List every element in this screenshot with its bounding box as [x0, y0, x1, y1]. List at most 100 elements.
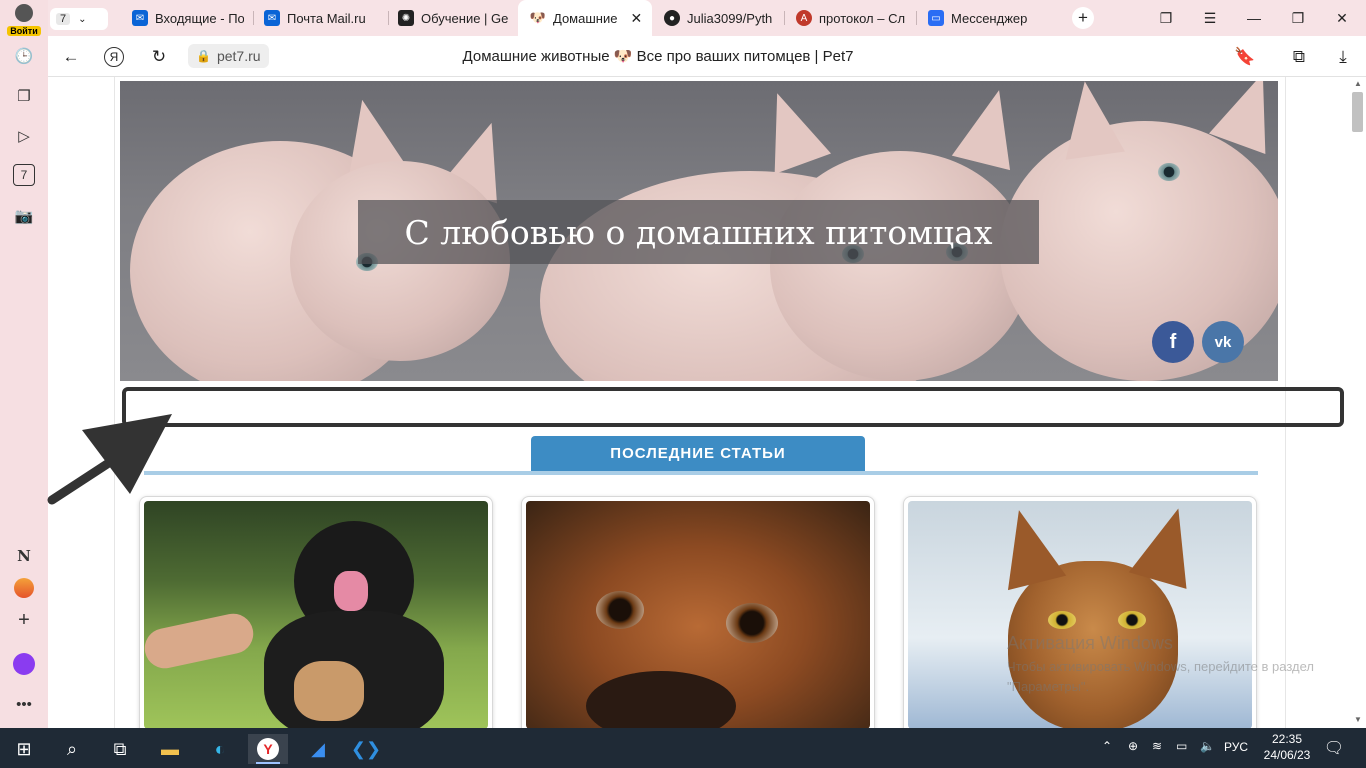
- notifications-icon[interactable]: 🗨: [1322, 736, 1346, 760]
- tab-outlook[interactable]: ✉ Входящие - По: [132, 0, 244, 36]
- language-indicator[interactable]: РУС: [1224, 740, 1248, 754]
- app-icon[interactable]: ◢: [298, 734, 338, 764]
- tab-pet7[interactable]: 🐶 Домашние ✕: [518, 0, 652, 36]
- new-tab-button[interactable]: +: [1072, 7, 1094, 29]
- yandex-button[interactable]: Я: [104, 47, 124, 67]
- calendar-icon[interactable]: 7: [13, 164, 35, 186]
- screenshot-icon[interactable]: 📷: [12, 204, 36, 228]
- volume-icon[interactable]: 🔈: [1200, 739, 1215, 753]
- history-icon[interactable]: 🕒: [12, 44, 36, 68]
- hero-title-box: С любовью о домашних питомцах: [358, 200, 1039, 264]
- extensions-icon[interactable]: ⧉: [1288, 46, 1310, 68]
- messenger-icon: ▭: [928, 10, 944, 26]
- tray-device-icon[interactable]: ⊕: [1128, 739, 1138, 753]
- clock-time: 22:35: [1271, 732, 1303, 746]
- tab-strip: 7 ⌄ ✉ Входящие - По ✉ Почта Mail.ru ✺ Об…: [48, 0, 1366, 36]
- mail-app-icon[interactable]: [12, 576, 36, 600]
- tab-label: Мессенджер: [951, 10, 1028, 26]
- user-icon: [15, 4, 33, 22]
- tab-label: Домашние: [553, 10, 618, 26]
- back-button[interactable]: ←: [60, 46, 82, 68]
- tab-openai[interactable]: ✺ Обучение | Ge: [398, 0, 510, 36]
- task-view-icon[interactable]: ⧉: [100, 734, 140, 764]
- add-panel-icon[interactable]: +: [12, 608, 36, 632]
- file-explorer-icon[interactable]: ▬: [150, 734, 190, 764]
- tab-messenger[interactable]: ▭ Мессенджер: [928, 0, 1048, 36]
- cat-ear: [1055, 81, 1125, 160]
- tab-label: Julia3099/Pyth: [687, 10, 773, 26]
- account-button[interactable]: Войти: [4, 2, 44, 36]
- page-scrollbar[interactable]: [1350, 77, 1366, 728]
- collections-icon[interactable]: ❐: [12, 84, 36, 108]
- hero-title: С любовью о домашних питомцах: [404, 212, 993, 252]
- outlook-icon: ✉: [132, 10, 148, 26]
- url-field[interactable]: 🔒 pet7.ru: [188, 44, 269, 68]
- chevron-down-icon: ⌄: [78, 13, 87, 25]
- lock-icon: 🔒: [196, 49, 211, 63]
- tab-dictionary[interactable]: A протокол – Сл: [796, 0, 908, 36]
- facebook-button[interactable]: f: [1152, 321, 1194, 363]
- minimize-icon[interactable]: —: [1244, 8, 1264, 28]
- alice-icon[interactable]: [12, 652, 36, 676]
- scroll-down-icon[interactable]: ▼: [1354, 715, 1362, 724]
- tab-github[interactable]: ● Julia3099/Pyth: [664, 0, 776, 36]
- tab-label: протокол – Сл: [819, 10, 906, 26]
- reload-button[interactable]: ↻: [148, 46, 170, 68]
- yandex-icon: Я: [109, 50, 119, 64]
- tab-mailru[interactable]: ✉ Почта Mail.ru: [264, 0, 384, 36]
- more-icon[interactable]: •••: [12, 692, 36, 716]
- page-title: Домашние животные 🐶 Все про ваших питомц…: [462, 48, 854, 65]
- cat-eye: [1158, 163, 1180, 181]
- windows-taskbar: ⊞ ⌕ ⧉ ▬ ◐ Y ◢ ❮❯ ⌃ ⊕ ≋ ▭ 🔈 РУС 22:35 24/…: [0, 728, 1366, 768]
- windows-start-icon[interactable]: ⊞: [4, 734, 44, 764]
- annotation-highlight-box: [122, 387, 1344, 427]
- article-card[interactable]: [139, 496, 493, 728]
- restore-icon[interactable]: ❐: [1288, 8, 1308, 28]
- tab-label: Входящие - По: [155, 10, 244, 26]
- close-window-icon[interactable]: ✕: [1332, 8, 1352, 28]
- close-tab-icon[interactable]: ✕: [630, 10, 642, 27]
- bookmark-icon[interactable]: 🔖: [1234, 46, 1256, 68]
- openai-icon: ✺: [398, 10, 414, 26]
- account-label: Войти: [7, 26, 41, 36]
- menu-icon[interactable]: ☰: [1200, 8, 1220, 28]
- mail-icon: ✉: [264, 10, 280, 26]
- hero-banner: С любовью о домашних питомцах f vk: [120, 81, 1278, 381]
- windows-activation-text: Чтобы активировать Windows, перейдите в …: [1007, 659, 1314, 694]
- vscode-icon[interactable]: ❮❯: [346, 734, 386, 764]
- arrow-left-icon: ←: [62, 47, 80, 66]
- search-icon[interactable]: ⌕: [52, 734, 92, 764]
- article-image-dog-paw[interactable]: [144, 501, 488, 728]
- section-title: ПОСЛЕДНИЕ СТАТЬИ: [610, 445, 786, 462]
- yandex-browser-taskbar-icon[interactable]: Y: [248, 734, 288, 764]
- url-text: pet7.ru: [216, 48, 261, 64]
- tab-label: Почта Mail.ru: [287, 10, 366, 26]
- browser-sidebar: Войти 🕒 ❐ ▷ 7 📷 N + •••: [0, 0, 48, 728]
- clock-date: 24/06/23: [1263, 748, 1311, 762]
- battery-icon[interactable]: ▭: [1176, 739, 1187, 753]
- vk-icon: vk: [1214, 333, 1232, 351]
- dog-icon: 🐶: [529, 10, 547, 26]
- tabs-panel-icon[interactable]: ❐: [1156, 8, 1176, 28]
- network-icon[interactable]: ≋: [1152, 739, 1162, 753]
- edge-icon[interactable]: ◐: [200, 734, 240, 764]
- article-image-beagle[interactable]: [526, 501, 870, 728]
- article-card[interactable]: [521, 496, 875, 728]
- notion-icon[interactable]: N: [12, 544, 36, 568]
- facebook-icon: f: [1169, 330, 1177, 353]
- tab-label: Обучение | Ge: [421, 10, 509, 26]
- dictionary-icon: A: [796, 10, 812, 26]
- scroll-up-icon[interactable]: ▲: [1354, 79, 1362, 88]
- calendar-number: 7: [20, 168, 28, 182]
- tray-chevron-icon[interactable]: ⌃: [1102, 739, 1112, 753]
- address-bar: ← Я ↻ 🔒 pet7.ru Домашние животные 🐶 Все …: [48, 36, 1366, 77]
- vk-button[interactable]: vk: [1202, 321, 1244, 363]
- download-icon[interactable]: ⤓: [1332, 46, 1354, 68]
- reload-icon: ↻: [151, 47, 167, 66]
- windows-activation-title: Активация Windows: [1007, 633, 1173, 653]
- scrollbar-thumb[interactable]: [1352, 92, 1363, 132]
- clock[interactable]: 22:35 24/06/23: [1262, 731, 1312, 763]
- cat-head-middle: [770, 151, 1030, 381]
- video-icon[interactable]: ▷: [12, 124, 36, 148]
- tab-counter[interactable]: 7 ⌄: [50, 8, 108, 30]
